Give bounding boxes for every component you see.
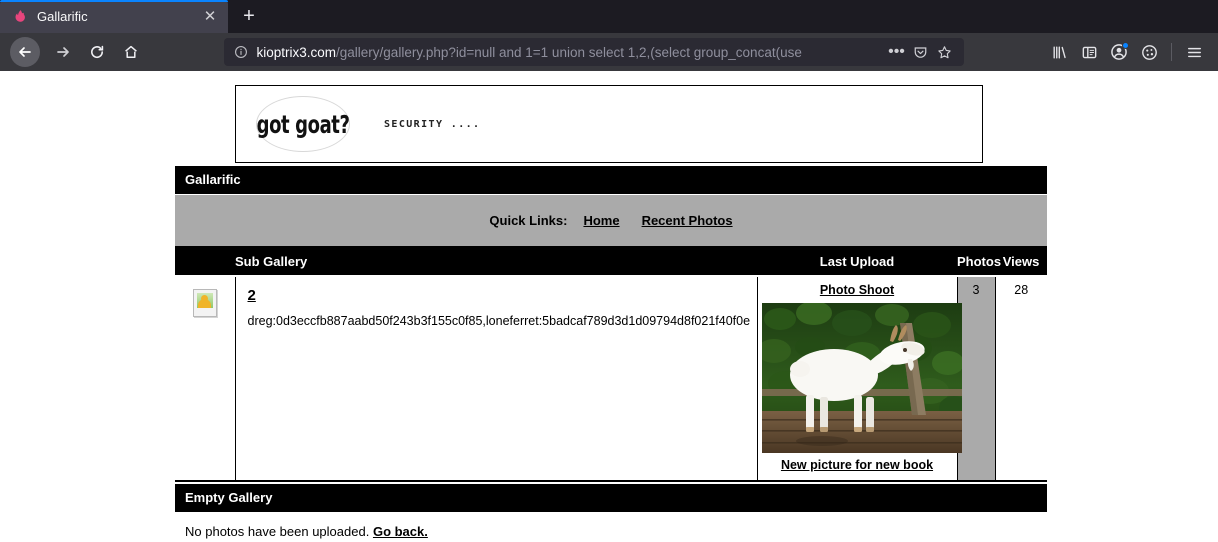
column-last-upload: Last Upload bbox=[757, 249, 957, 277]
quick-links-bar: Quick Links: Home Recent Photos bbox=[175, 195, 1047, 249]
row-photos-count: 3 bbox=[957, 276, 996, 482]
pocket-icon[interactable] bbox=[910, 41, 932, 63]
star-icon[interactable] bbox=[934, 41, 956, 63]
page-title: Gallarific bbox=[175, 166, 1047, 195]
logo-text: got goat? bbox=[256, 109, 350, 139]
url-host: kioptrix3.com bbox=[256, 44, 337, 60]
banner-tagline: SECURITY .... bbox=[384, 118, 481, 130]
info-circle-icon[interactable] bbox=[234, 45, 250, 59]
url-text[interactable]: kioptrix3.com/gallery/gallery.php?id=nul… bbox=[257, 45, 880, 60]
address-bar[interactable]: kioptrix3.com/gallery/gallery.php?id=nul… bbox=[223, 38, 964, 66]
navigation-toolbar: kioptrix3.com/gallery/gallery.php?id=nul… bbox=[0, 33, 1218, 71]
tab-strip: Gallarific ✕ + bbox=[0, 0, 1218, 33]
tab-gallarific[interactable]: Gallarific ✕ bbox=[0, 0, 228, 33]
tab-title: Gallarific bbox=[37, 9, 88, 24]
table-header: Sub Gallery Last Upload Photos Views bbox=[175, 249, 1047, 277]
account-badge bbox=[1122, 42, 1129, 49]
browser-window: Gallarific ✕ + kioptrix3.com/gallery/gal… bbox=[0, 0, 1218, 542]
empty-gallery-heading: Empty Gallery bbox=[175, 482, 1047, 513]
empty-gallery-body: No photos have been uploaded. Go back. bbox=[175, 513, 1047, 542]
column-sub-gallery: Sub Gallery bbox=[235, 249, 757, 277]
firefox-favicon bbox=[12, 9, 28, 25]
site-banner: got goat? SECURITY .... bbox=[235, 85, 983, 163]
close-icon[interactable]: ✕ bbox=[200, 7, 220, 27]
table-header-row: Sub Gallery Last Upload Photos Views bbox=[175, 249, 1047, 277]
go-back-link[interactable]: Go back. bbox=[373, 524, 428, 539]
image-icon-body bbox=[198, 299, 212, 308]
page-viewport: got goat? SECURITY .... Gallarific Quick… bbox=[0, 71, 1218, 542]
containers-icon[interactable] bbox=[1135, 38, 1163, 66]
gallery-id-link[interactable]: 2 bbox=[248, 287, 256, 304]
toolbar-separator bbox=[1171, 43, 1172, 61]
quick-link-recent-photos[interactable]: Recent Photos bbox=[642, 213, 733, 228]
library-icon[interactable] bbox=[1045, 38, 1073, 66]
empty-gallery-message: No photos have been uploaded. bbox=[185, 524, 370, 539]
urlbar-container: kioptrix3.com/gallery/gallery.php?id=nul… bbox=[150, 38, 1037, 66]
sub-gallery-table: Sub Gallery Last Upload Photos Views 2 d… bbox=[175, 249, 1047, 482]
reload-icon[interactable] bbox=[82, 37, 112, 67]
back-icon[interactable] bbox=[10, 37, 40, 67]
quick-links-label: Quick Links: bbox=[489, 213, 568, 228]
column-thumbnail bbox=[175, 249, 235, 277]
got-goat-logo: got goat? bbox=[256, 96, 350, 152]
column-photos: Photos bbox=[957, 249, 1001, 277]
photo-caption-link[interactable]: New picture for new book bbox=[762, 458, 953, 472]
home-icon[interactable] bbox=[116, 37, 146, 67]
new-tab-button[interactable]: + bbox=[232, 1, 266, 31]
column-views: Views bbox=[995, 249, 1047, 277]
urlbar-actions: ••• bbox=[886, 41, 956, 63]
gallarific-panel: Gallarific Quick Links: Home Recent Phot… bbox=[175, 166, 1047, 542]
quick-link-home[interactable]: Home bbox=[583, 213, 619, 228]
table-body: 2 dreg:0d3eccfb887aabd50f243b3f155c0f85,… bbox=[175, 276, 1047, 482]
page-actions-icon[interactable]: ••• bbox=[886, 41, 908, 63]
goat-photo[interactable] bbox=[761, 303, 962, 453]
image-icon-picture bbox=[196, 293, 213, 308]
url-path: /gallery/gallery.php?id=null and 1=1 uni… bbox=[336, 44, 802, 60]
row-views-count: 28 bbox=[995, 276, 1047, 482]
goat-photo-svg bbox=[761, 303, 962, 453]
toolbar-right bbox=[1045, 38, 1208, 66]
forward-icon[interactable] bbox=[48, 37, 78, 67]
row-sub-gallery-cell: 2 dreg:0d3eccfb887aabd50f243b3f155c0f85,… bbox=[235, 276, 758, 482]
row-thumbnail-cell bbox=[175, 276, 236, 482]
row-photos-cell: Photo Shoot New picture for new book bbox=[757, 276, 962, 482]
sidebar-icon[interactable] bbox=[1075, 38, 1103, 66]
account-icon[interactable] bbox=[1105, 38, 1133, 66]
photo-title-link[interactable]: Photo Shoot bbox=[762, 283, 953, 297]
menu-icon[interactable] bbox=[1180, 38, 1208, 66]
broken-image-icon bbox=[192, 289, 217, 317]
gallery-description: dreg:0d3eccfb887aabd50f243b3f155c0f85,lo… bbox=[247, 314, 751, 328]
table-row: 2 dreg:0d3eccfb887aabd50f243b3f155c0f85,… bbox=[175, 276, 1047, 482]
